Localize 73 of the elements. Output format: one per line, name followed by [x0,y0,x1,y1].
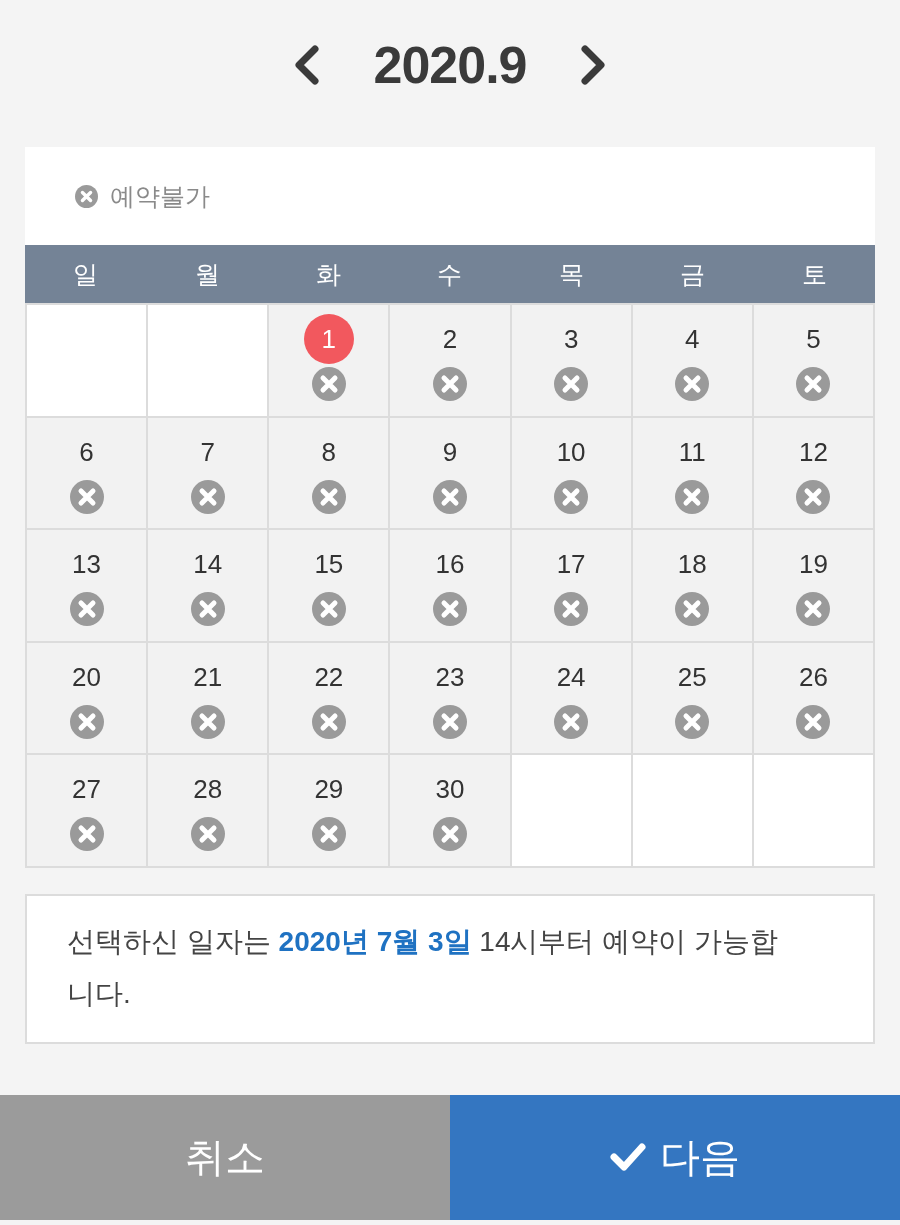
next-button[interactable]: 다음 [450,1094,900,1220]
weekday-label: 일 [73,258,99,290]
weekday-label: 화 [316,258,342,290]
date-cell[interactable]: 2 [390,305,510,416]
date-number: 16 [434,548,466,581]
date-number: 28 [192,773,224,806]
date-cell[interactable]: 26 [753,642,873,753]
weekday-label: 수 [437,258,463,290]
date-number: 5 [805,323,822,356]
date-number: 30 [434,773,466,806]
date-number: 27 [71,773,102,806]
date-number: 4 [684,323,701,356]
date-number: 3 [562,323,580,356]
date-number: 13 [71,548,102,581]
date-number: 15 [313,548,345,581]
date-cell[interactable]: 30 [390,755,510,866]
date-cell[interactable]: 19 [753,530,873,641]
date-cell[interactable]: 27 [27,755,147,866]
date-cell[interactable]: 8 [269,417,389,528]
notice-text: 선택하신 일자는 2020년 7월 3일 14시부터 예약이 가능합니다. [67,924,780,1011]
date-number: 21 [192,660,224,694]
date-cell[interactable]: 20 [27,642,147,753]
date-number: 11 [677,435,707,469]
legend-label: 예약불가 [110,180,210,212]
date-number: 17 [555,548,587,581]
date-number: 18 [676,548,708,581]
date-number: 8 [320,435,338,469]
date-cell[interactable]: 3 [511,305,631,416]
date-cell[interactable]: 29 [269,755,389,866]
date-cell[interactable]: 16 [390,530,510,641]
date-number: 14 [192,548,224,581]
date-number: 25 [676,660,708,694]
date-number: 6 [78,435,95,469]
next-label: 다음 [660,1133,740,1181]
date-cell[interactable]: 23 [390,642,510,753]
date-number: 10 [555,435,587,469]
date-cell[interactable]: 10 [511,417,631,528]
date-cell[interactable]: 12 [753,417,873,528]
month-title: 2020.9 [373,35,527,95]
weekday-label: 목 [558,258,584,290]
date-number: 20 [71,660,102,694]
date-number: 2 [441,323,459,356]
date-cell[interactable]: 22 [269,642,389,753]
date-cell[interactable]: 18 [632,530,752,641]
date-number: 24 [555,660,587,694]
date-cell[interactable]: 6 [27,417,147,528]
date-cell[interactable]: 7 [148,417,268,528]
date-cell[interactable]: 11 [632,417,752,528]
weekday-label: 금 [680,258,706,290]
date-cell[interactable]: 15 [269,530,389,641]
date-cell[interactable]: 4 [632,305,752,416]
date-number: 19 [797,548,829,581]
date-cell[interactable]: 13 [27,530,147,641]
date-cell[interactable]: 5 [753,305,873,416]
date-number: 22 [313,660,345,694]
highlighted-date-number: 1 [303,314,354,364]
date-number: 12 [797,435,829,469]
check-icon [610,1142,646,1172]
date-number: 26 [797,660,829,694]
date-number: 9 [441,435,459,469]
weekday-label: 월 [194,258,220,290]
date-cell[interactable]: 25 [632,642,752,753]
date-cell[interactable]: 24 [511,642,631,753]
date-cell[interactable]: 17 [511,530,631,641]
date-cell[interactable]: 28 [148,755,268,866]
date-cell[interactable]: 21 [148,642,268,753]
date-number: 29 [313,773,345,806]
date-number: 7 [199,435,216,469]
date-cell[interactable]: 9 [390,417,510,528]
x-circle-icon [75,184,98,208]
date-number: 23 [434,660,466,694]
weekday-label: 토 [801,258,827,290]
date-cell[interactable]: 14 [148,530,268,641]
